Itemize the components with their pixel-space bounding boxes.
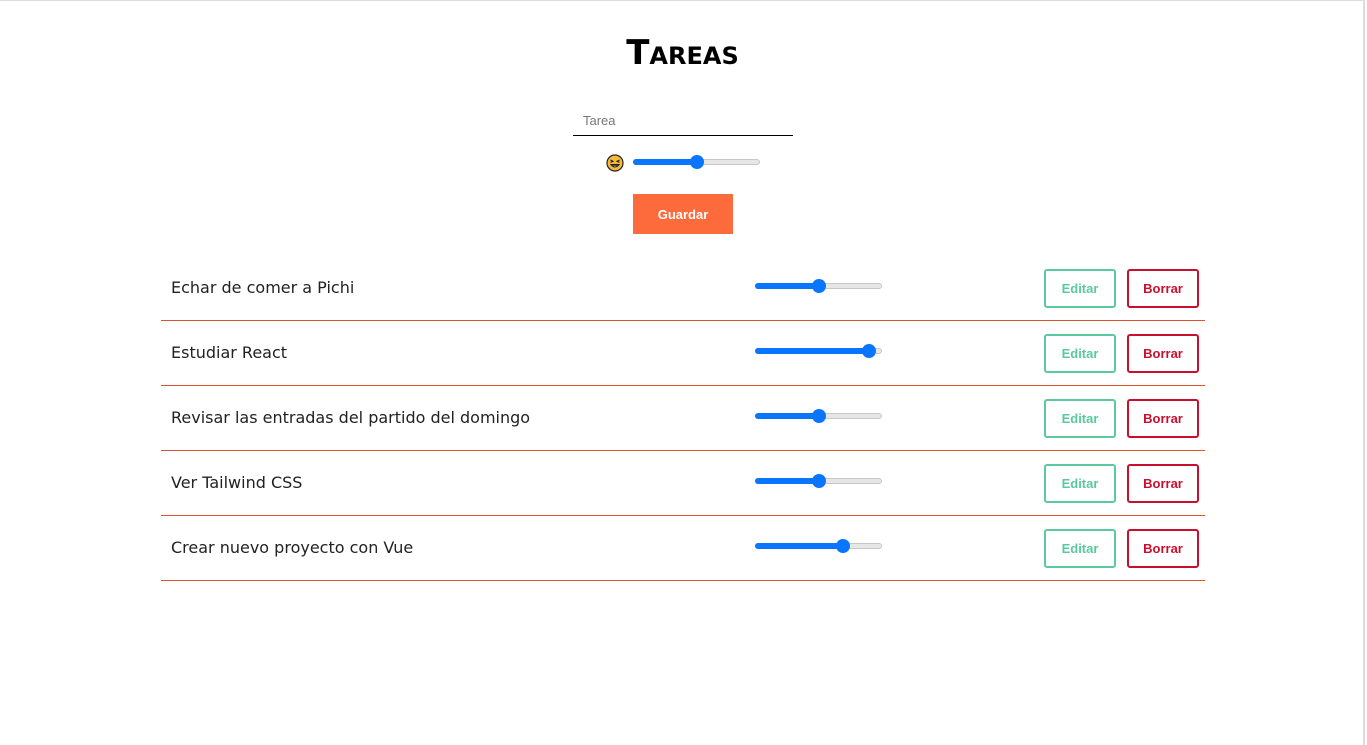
delete-button[interactable]: Borrar (1127, 269, 1199, 308)
save-button[interactable]: Guardar (633, 194, 733, 234)
slider-fill (755, 543, 844, 549)
slider-thumb[interactable] (811, 279, 826, 293)
slider-fill (633, 159, 697, 165)
task-priority-slider[interactable] (755, 278, 882, 294)
slider-thumb[interactable] (862, 344, 877, 358)
edit-button[interactable]: Editar (1044, 399, 1116, 438)
task-row: Ver Tailwind CSS Editar Borrar (161, 451, 1205, 516)
slider-thumb[interactable] (811, 474, 826, 488)
task-row: Crear nuevo proyecto con Vue Editar Borr… (161, 516, 1205, 581)
slider-fill (755, 478, 819, 484)
slider-fill (755, 348, 870, 354)
delete-button[interactable]: Borrar (1127, 399, 1199, 438)
delete-button[interactable]: Borrar (1127, 529, 1199, 568)
slider-thumb[interactable] (811, 409, 826, 423)
task-input[interactable] (573, 106, 793, 136)
task-label: Echar de comer a Pichi (171, 278, 355, 297)
task-label: Revisar las entradas del partido del dom… (171, 408, 531, 427)
slider-thumb[interactable] (689, 155, 704, 169)
slider-fill (755, 413, 819, 419)
task-row: Echar de comer a Pichi Editar Borrar (161, 256, 1205, 321)
slider-fill (755, 283, 819, 289)
edit-button[interactable]: Editar (1044, 334, 1116, 373)
task-label: Estudiar React (171, 343, 288, 362)
edit-button[interactable]: Editar (1044, 464, 1116, 503)
page: Tareas Guardar Echar de comer a Pichi Ed… (0, 0, 1365, 745)
task-row: Estudiar React Editar Borrar (161, 321, 1205, 386)
slider-thumb[interactable] (836, 539, 851, 553)
task-label: Crear nuevo proyecto con Vue (171, 538, 414, 557)
task-priority-slider[interactable] (755, 538, 882, 554)
priority-slider[interactable] (633, 154, 760, 170)
task-priority-slider[interactable] (755, 408, 882, 424)
task-list: Echar de comer a Pichi Editar Borrar Est… (161, 256, 1205, 581)
task-label: Ver Tailwind CSS (171, 473, 303, 492)
page-title: Tareas (626, 33, 739, 73)
delete-button[interactable]: Borrar (1127, 464, 1199, 503)
task-row: Revisar las entradas del partido del dom… (161, 386, 1205, 451)
edit-button[interactable]: Editar (1044, 529, 1116, 568)
delete-button[interactable]: Borrar (1127, 334, 1199, 373)
task-priority-slider[interactable] (755, 343, 882, 359)
grinning-squinting-face-icon (606, 154, 624, 172)
edit-button[interactable]: Editar (1044, 269, 1116, 308)
task-priority-slider[interactable] (755, 473, 882, 489)
